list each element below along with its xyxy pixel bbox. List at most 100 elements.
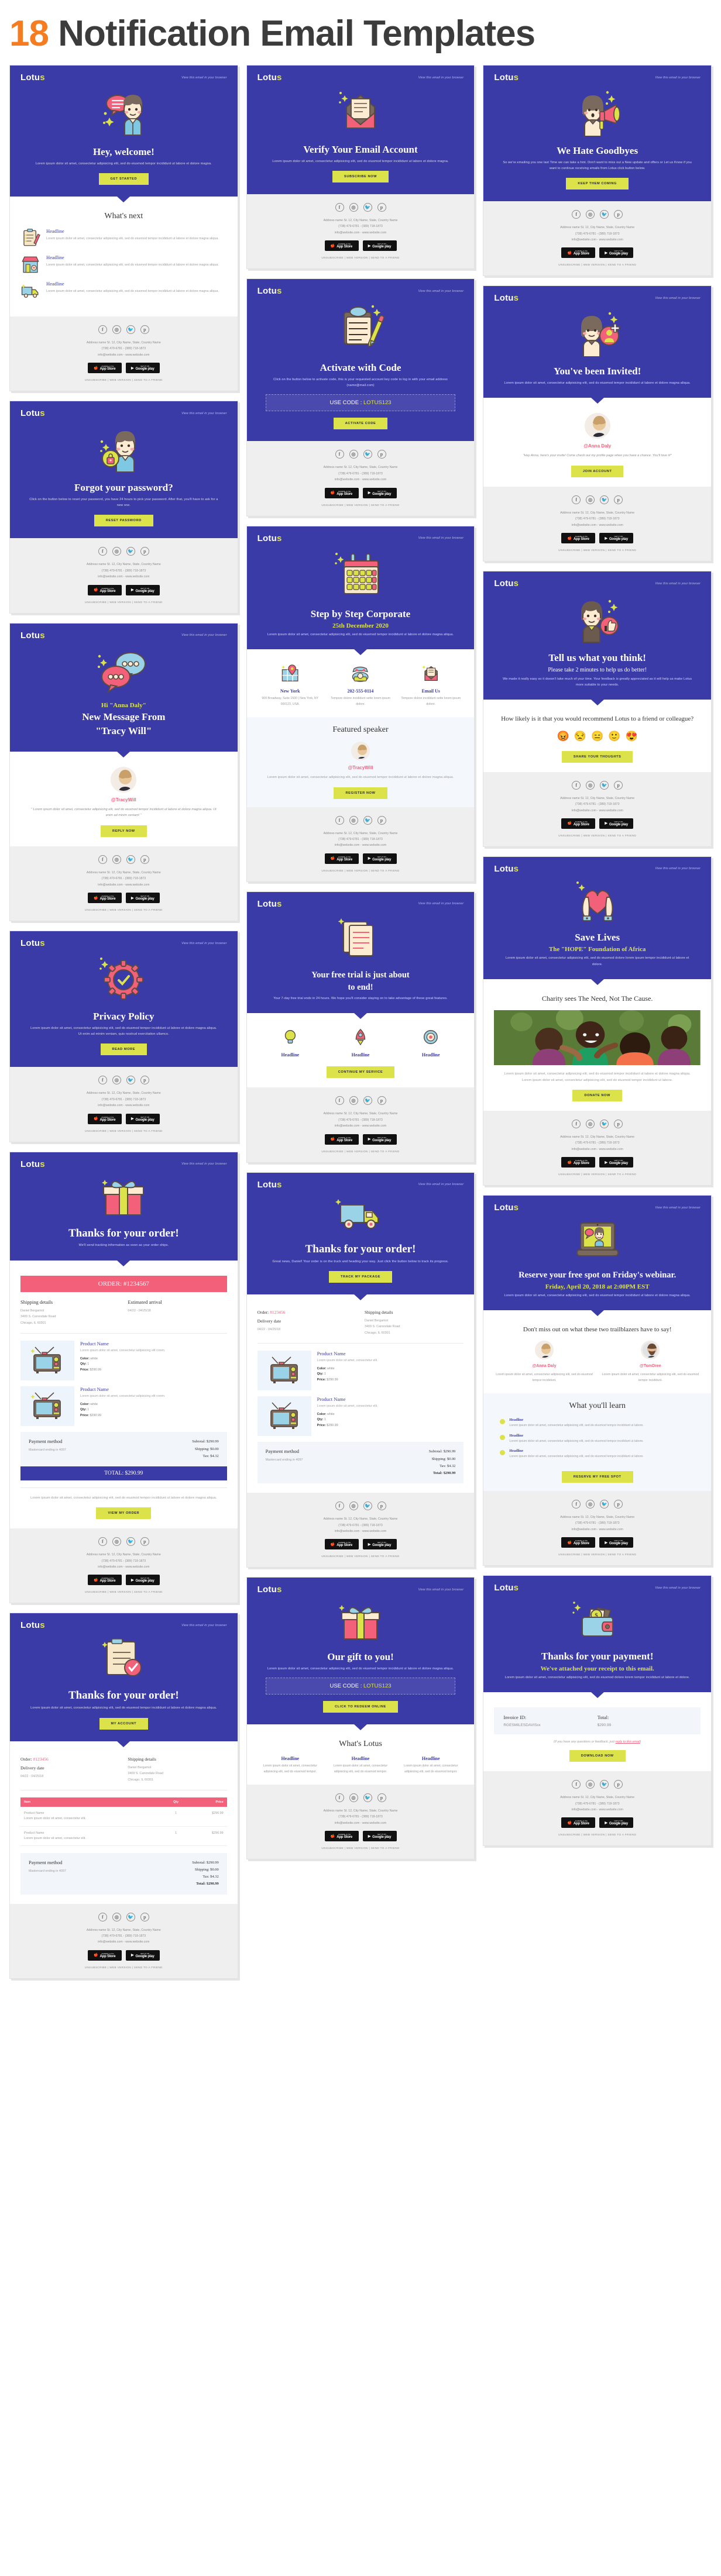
twitter-icon[interactable]: 🐦 [126, 547, 135, 556]
view-in-browser-link[interactable]: View this email in your browser [418, 1588, 464, 1592]
pinterest-icon[interactable]: p [377, 815, 386, 825]
app-store-badge[interactable]: 🍎 Available on the App Store [324, 853, 359, 864]
activation-code-box[interactable]: USE CODE : LOTUS123 [265, 394, 456, 412]
reset-password-button[interactable]: RESET PASSWORD [94, 515, 153, 527]
twitter-icon[interactable]: 🐦 [363, 1096, 372, 1106]
app-store-badge[interactable]: 🍎 Available on the App Store [324, 1134, 359, 1145]
view-in-browser-link[interactable]: View this email in your browser [181, 942, 227, 945]
app-store-badge[interactable]: 🍎 Available on the App Store [324, 240, 359, 252]
footer-links[interactable]: UNSUBSCRIBE | WEB VERSION | SEND TO A FR… [20, 1966, 227, 1969]
gift-code-box[interactable]: USE CODE : LOTUS123 [265, 1678, 456, 1695]
facebook-icon[interactable]: f [335, 1096, 344, 1106]
view-in-browser-link[interactable]: View this email in your browser [418, 290, 464, 293]
view-in-browser-link[interactable]: View this email in your browser [418, 536, 464, 540]
google-play-badge[interactable]: ▶ GET IT ON Google play [599, 533, 634, 544]
google-play-badge[interactable]: ▶ GET IT ON Google play [362, 240, 397, 252]
footer-links[interactable]: UNSUBSCRIBE | WEB VERSION | SEND TO A FR… [494, 834, 701, 837]
pinterest-icon[interactable]: p [140, 547, 149, 556]
app-store-badge[interactable]: 🍎 Available on the App Store [324, 1539, 359, 1550]
twitter-icon[interactable]: 🐦 [600, 495, 609, 504]
brand-logo[interactable]: Lotus [20, 73, 45, 82]
google-play-badge[interactable]: ▶ GET IT ON Google play [362, 1539, 397, 1550]
app-store-badge[interactable]: 🍎 Available on the App Store [87, 1575, 122, 1586]
emoji-rating-1[interactable]: 😡 [557, 731, 569, 742]
emoji-rating-4[interactable]: 🙂 [608, 731, 620, 742]
pinterest-icon[interactable]: p [377, 450, 386, 459]
app-store-badge[interactable]: 🍎 Available on the App Store [561, 1537, 596, 1548]
instagram-icon[interactable]: ◎ [586, 780, 595, 790]
brand-logo[interactable]: Lotus [494, 73, 519, 82]
brand-logo[interactable]: Lotus [494, 293, 519, 303]
instagram-icon[interactable]: ◎ [112, 1076, 121, 1085]
pinterest-icon[interactable]: p [140, 855, 149, 864]
instagram-icon[interactable]: ◎ [349, 815, 358, 825]
google-play-badge[interactable]: ▶ GET IT ON Google play [599, 1157, 634, 1168]
brand-logo[interactable]: Lotus [258, 533, 282, 543]
app-store-badge[interactable]: 🍎 Available on the App Store [87, 584, 122, 595]
brand-logo[interactable]: Lotus [20, 631, 45, 640]
register-now-button[interactable]: REGISTER NOW [334, 787, 387, 799]
read-more-button[interactable]: READ MORE [100, 1044, 147, 1056]
brand-logo[interactable]: Lotus [494, 1583, 519, 1593]
instagram-icon[interactable]: ◎ [586, 1500, 595, 1509]
view-in-browser-link[interactable]: View this email in your browser [655, 867, 701, 870]
app-store-badge[interactable]: 🍎 Available on the App Store [87, 1950, 122, 1961]
footer-links[interactable]: UNSUBSCRIBE | WEB VERSION | SEND TO A FR… [258, 869, 464, 872]
pinterest-icon[interactable]: p [377, 1793, 386, 1802]
twitter-icon[interactable]: 🐦 [363, 1501, 372, 1511]
footer-links[interactable]: UNSUBSCRIBE | WEB VERSION | SEND TO A FR… [258, 256, 464, 259]
footer-links[interactable]: UNSUBSCRIBE | WEB VERSION | SEND TO A FR… [258, 504, 464, 507]
instagram-icon[interactable]: ◎ [349, 450, 358, 459]
pinterest-icon[interactable]: p [377, 202, 386, 212]
brand-logo[interactable]: Lotus [20, 408, 45, 418]
footer-links[interactable]: UNSUBSCRIBE | WEB VERSION | SEND TO A FR… [20, 1590, 227, 1593]
google-play-badge[interactable]: ▶ GET IT ON Google play [362, 1831, 397, 1842]
facebook-icon[interactable]: f [572, 210, 581, 219]
twitter-icon[interactable]: 🐦 [126, 855, 135, 864]
keep-them-coming-button[interactable]: KEEP THEM COMING [566, 178, 629, 190]
facebook-icon[interactable]: f [98, 1537, 107, 1547]
facebook-icon[interactable]: f [335, 202, 344, 212]
google-play-badge[interactable]: ▶ GET IT ON Google play [125, 363, 160, 374]
twitter-icon[interactable]: 🐦 [126, 1537, 135, 1547]
emoji-rating-5[interactable]: 😍 [625, 731, 637, 742]
brand-logo[interactable]: Lotus [20, 1620, 45, 1630]
activate-code-button[interactable]: ACTIVATE CODE [333, 418, 388, 430]
app-store-badge[interactable]: 🍎 Available on the App Store [324, 487, 359, 498]
facebook-icon[interactable]: f [335, 450, 344, 459]
instagram-icon[interactable]: ◎ [349, 1793, 358, 1802]
google-play-badge[interactable]: ▶ GET IT ON Google play [599, 247, 634, 259]
instagram-icon[interactable]: ◎ [586, 210, 595, 219]
google-play-badge[interactable]: ▶ GET IT ON Google play [125, 1950, 160, 1961]
facebook-icon[interactable]: f [572, 1500, 581, 1509]
footer-links[interactable]: UNSUBSCRIBE | WEB VERSION | SEND TO A FR… [258, 1847, 464, 1850]
brand-logo[interactable]: Lotus [494, 578, 519, 588]
pinterest-icon[interactable]: p [140, 1912, 149, 1921]
view-in-browser-link[interactable]: View this email in your browser [418, 76, 464, 80]
facebook-icon[interactable]: f [572, 780, 581, 790]
track-package-button[interactable]: TRACK MY PACKAGE [328, 1270, 393, 1283]
footer-links[interactable]: UNSUBSCRIBE | WEB VERSION | SEND TO A FR… [494, 1553, 701, 1556]
twitter-icon[interactable]: 🐦 [600, 1500, 609, 1509]
brand-logo[interactable]: Lotus [494, 864, 519, 874]
pinterest-icon[interactable]: p [140, 325, 149, 334]
pinterest-icon[interactable]: p [377, 1096, 386, 1106]
view-in-browser-link[interactable]: View this email in your browser [181, 1624, 227, 1627]
view-in-browser-link[interactable]: View this email in your browser [181, 1162, 227, 1166]
google-play-badge[interactable]: ▶ GET IT ON Google play [599, 1817, 634, 1828]
footer-links[interactable]: UNSUBSCRIBE | WEB VERSION | SEND TO A FR… [258, 1555, 464, 1558]
twitter-icon[interactable]: 🐦 [600, 1780, 609, 1789]
footer-links[interactable]: UNSUBSCRIBE | WEB VERSION | SEND TO A FR… [258, 1150, 464, 1153]
brand-logo[interactable]: Lotus [494, 1203, 519, 1213]
pinterest-icon[interactable]: p [614, 210, 623, 219]
app-store-badge[interactable]: 🍎 Available on the App Store [561, 247, 596, 259]
view-in-browser-link[interactable]: View this email in your browser [181, 412, 227, 415]
view-my-order-button[interactable]: VIEW MY ORDER [96, 1507, 152, 1520]
facebook-icon[interactable]: f [98, 855, 107, 864]
continue-service-button[interactable]: CONTINUE MY SERVICE [326, 1066, 395, 1079]
facebook-icon[interactable]: f [335, 1501, 344, 1511]
app-store-badge[interactable]: 🍎 Available on the App Store [87, 363, 122, 374]
view-in-browser-link[interactable]: View this email in your browser [655, 297, 701, 300]
app-store-badge[interactable]: 🍎 Available on the App Store [561, 1157, 596, 1168]
share-thoughts-button[interactable]: SHARE YOUR THOUGHTS [561, 750, 633, 763]
